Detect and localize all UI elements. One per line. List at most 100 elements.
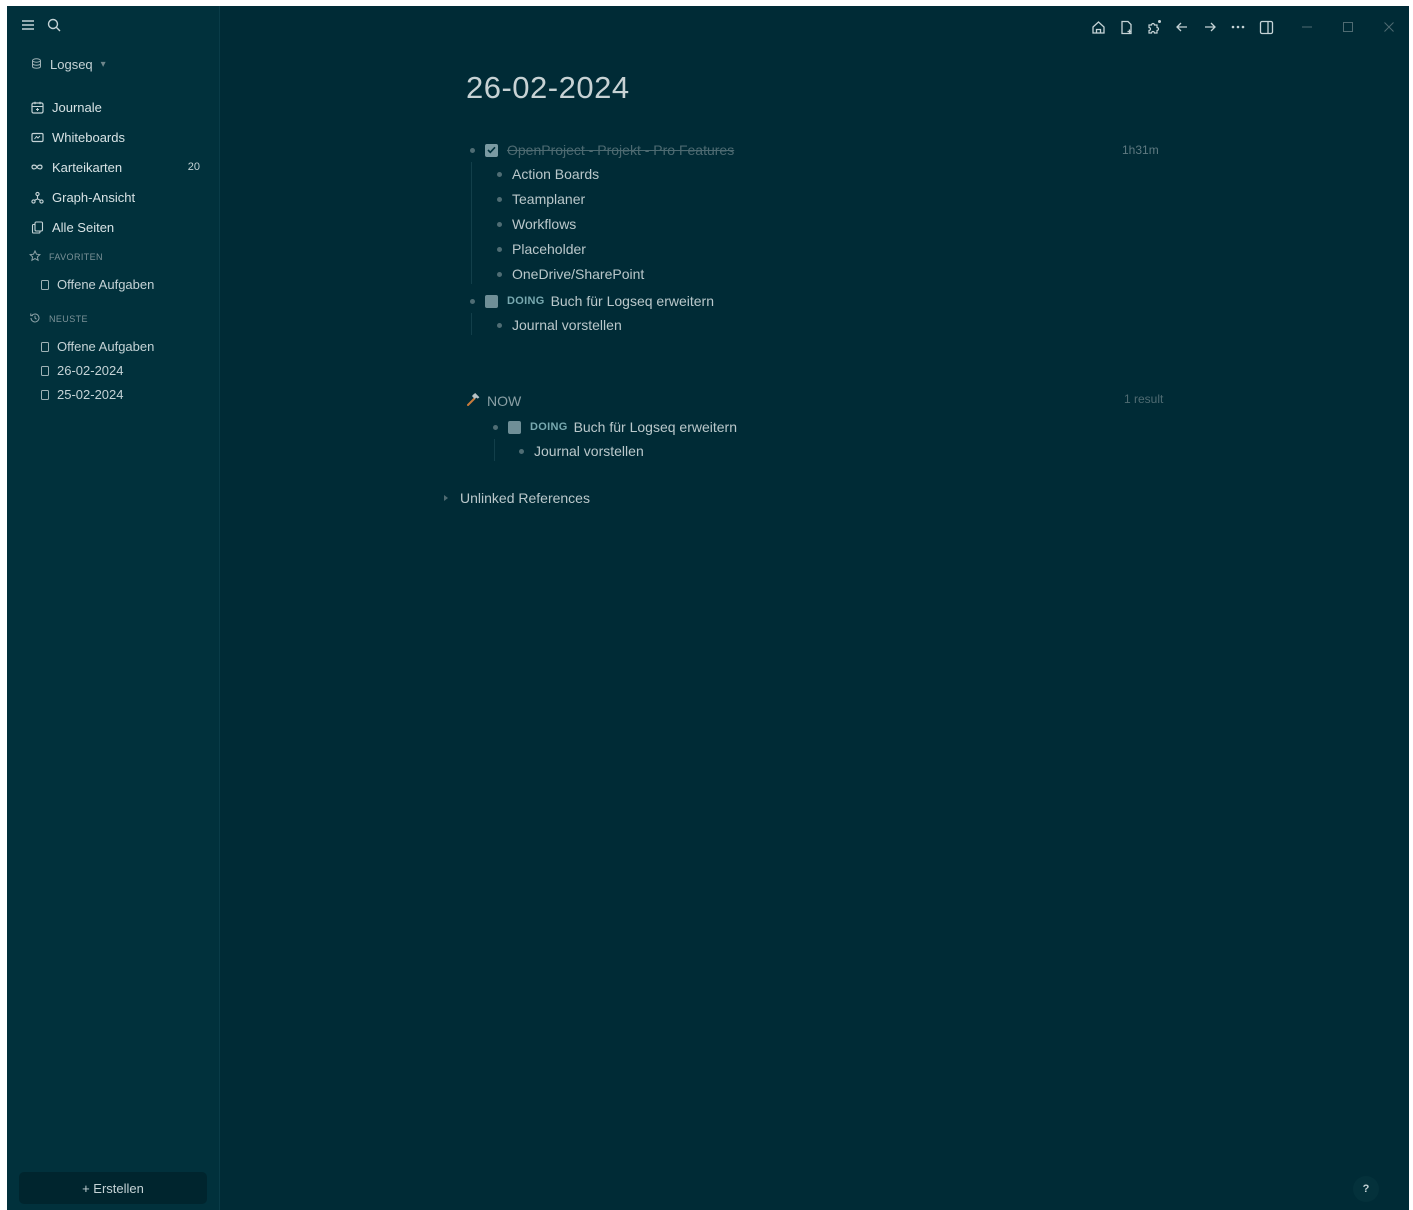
search-icon[interactable] [47,18,61,32]
query-child-block[interactable]: Journal vorstellen [519,441,644,461]
recent-item-label: 25-02-2024 [57,387,124,402]
recent-item[interactable]: Offene Aufgaben [41,339,154,354]
infinity-icon [29,159,45,175]
favorite-item-label: Offene Aufgaben [57,277,155,292]
arrow-left-icon[interactable] [1168,13,1196,41]
main-content: 26-02-2024 OpenProject - Projekt - Pro F… [220,6,1409,1210]
sidebar-item-label: Graph-Ansicht [52,189,136,205]
sidebar-item-whiteboards[interactable]: Whiteboards [29,122,209,152]
history-icon [29,312,41,326]
block-bullet[interactable] [493,424,498,430]
task-marker-doing[interactable]: DOING [507,295,545,307]
more-options-icon[interactable] [1224,13,1252,41]
graph-selector[interactable]: Logseq ▾ [31,57,106,72]
page-icon [41,341,49,352]
child-block[interactable]: Teamplaner [497,189,585,209]
sidebar-item-label: Journale [52,99,102,115]
new-page-icon[interactable] [1112,13,1140,41]
block-text: OneDrive/SharePoint [512,266,645,282]
recent-item[interactable]: 26-02-2024 [41,363,124,378]
block-text: Workflows [512,216,577,232]
home-icon[interactable] [1084,13,1112,41]
plugins-icon[interactable] [1140,13,1168,41]
task-checkbox-checked[interactable] [485,143,498,157]
menu-icon[interactable] [21,18,35,32]
block-bullet[interactable] [470,298,475,304]
sidebar-nav: Journale Whiteboards Karteikarten 20 Gra… [29,92,209,242]
children-guide-line [471,162,472,284]
block-task-done[interactable]: OpenProject - Projekt - Pro Features [470,140,734,160]
flashcards-count-badge: 20 [187,161,200,173]
block-text: Action Boards [512,166,600,182]
caret-right-icon [444,495,448,501]
child-block[interactable]: Journal vorstellen [497,315,622,335]
block-text: Placeholder [512,241,586,257]
block-text: Teamplaner [512,191,586,207]
sidebar-item-all-pages[interactable]: Alle Seiten [29,212,209,242]
chevron-down-icon: ▾ [100,59,106,70]
time-tracking-label[interactable]: 1h31m [1122,143,1159,157]
sidebar-top-controls [21,18,61,32]
children-guide-line [471,313,472,335]
unlinked-references-toggle[interactable]: Unlinked References [444,490,590,506]
page-icon [41,365,49,376]
block-text: Journal vorstellen [534,443,644,459]
sidebar-item-flashcards[interactable]: Karteikarten 20 [29,152,209,182]
page-icon [41,279,49,290]
graph-name: Logseq [50,57,93,72]
sidebar-item-graph-view[interactable]: Graph-Ansicht [29,182,209,212]
pages-icon [29,219,45,235]
block-bullet[interactable] [497,322,502,328]
block-text: Journal vorstellen [512,317,622,333]
block-task-doing[interactable]: DOING Buch für Logseq erweitern [470,291,714,311]
task-text: OpenProject - Projekt - Pro Features [507,142,735,158]
recent-item-label: 26-02-2024 [57,363,124,378]
task-marker-doing[interactable]: DOING [530,421,568,433]
page-icon [41,389,49,400]
recent-item-label: Offene Aufgaben [57,339,155,354]
block-bullet[interactable] [470,147,475,153]
block-bullet[interactable] [497,221,502,227]
child-block[interactable]: Action Boards [497,164,599,184]
minimize-window-icon[interactable] [1286,13,1327,41]
block-bullet[interactable] [497,246,502,252]
recent-item[interactable]: 25-02-2024 [41,387,124,402]
left-sidebar: Logseq ▾ Journale Whiteboards Karteikart… [7,6,220,1210]
help-button[interactable]: ? [1353,1176,1379,1202]
recent-header[interactable]: NEUSTE [29,312,88,326]
task-checkbox[interactable] [508,420,521,434]
database-icon [31,57,42,72]
child-block[interactable]: OneDrive/SharePoint [497,264,644,284]
star-icon [28,249,42,264]
close-window-icon[interactable] [1368,13,1409,41]
query-title: NOW [487,393,522,409]
toggle-right-sidebar-icon[interactable] [1252,13,1280,41]
child-block[interactable]: Placeholder [497,239,586,259]
query-result-count: 1 result [1124,392,1164,406]
page-title[interactable]: 26-02-2024 [466,70,630,106]
maximize-window-icon[interactable] [1327,13,1368,41]
create-button[interactable]: + Erstellen [19,1172,207,1204]
block-bullet[interactable] [519,448,524,454]
block-bullet[interactable] [497,171,502,177]
top-toolbar [1084,6,1409,48]
query-result-block[interactable]: DOING Buch für Logseq erweitern [493,417,737,437]
favorites-header[interactable]: FAVORITEN [28,249,103,264]
app-window: Logseq ▾ Journale Whiteboards Karteikart… [7,6,1409,1210]
arrow-right-icon[interactable] [1196,13,1224,41]
favorite-item[interactable]: Offene Aufgaben [41,277,154,292]
block-bullet[interactable] [497,196,502,202]
task-text: Buch für Logseq erweitern [573,419,737,435]
query-header[interactable]: NOW [466,392,521,410]
child-block[interactable]: Workflows [497,214,576,234]
children-guide-line [494,439,495,461]
task-checkbox[interactable] [485,294,498,308]
sidebar-item-journals[interactable]: Journale [29,92,209,122]
block-bullet[interactable] [497,271,502,277]
sidebar-item-label: Karteikarten [52,159,123,175]
favorites-label: FAVORITEN [49,252,103,262]
recent-label: NEUSTE [49,314,88,324]
hammer-icon [466,392,481,410]
sidebar-item-label: Whiteboards [52,129,125,145]
calendar-icon [29,99,45,115]
